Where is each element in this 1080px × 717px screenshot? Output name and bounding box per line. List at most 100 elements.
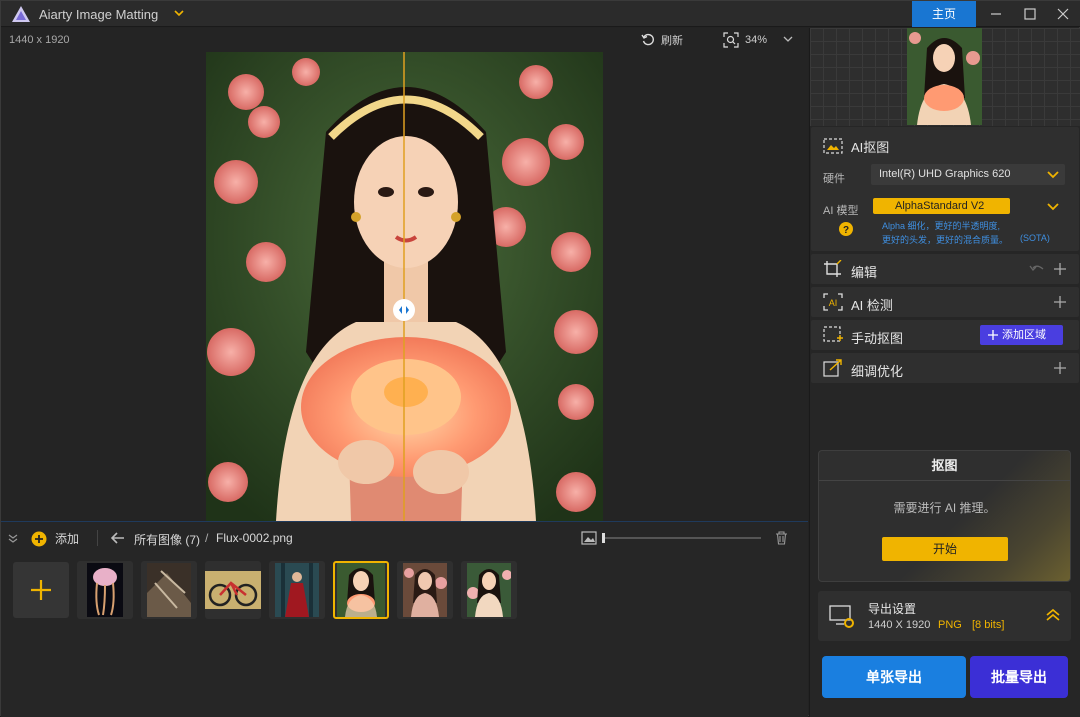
plus-icon[interactable] [1053,295,1067,309]
app-logo-icon [12,6,30,22]
red-dress-thumb-icon [275,563,319,617]
collapse-icon[interactable] [8,534,18,543]
image-dimensions: 1440 x 1920 [9,34,70,46]
slider-handle[interactable] [602,533,605,543]
preview-image [907,28,982,125]
svg-text:AI: AI [829,298,838,308]
minimize-icon [991,13,1001,15]
thumbnail-rocks[interactable] [141,561,197,619]
model-desc-tag: (SOTA) [1020,233,1050,243]
export-batch-button[interactable]: 批量导出 [970,656,1068,698]
edit-section[interactable]: 编辑 [811,254,1079,284]
image-queue: 添加 所有图像 (7) / Flux-0002.png [1,521,808,717]
zoom-value: 34% [745,34,768,46]
manual-matting-title: 手动抠图 [851,331,904,346]
jellyfish-thumb-icon [87,563,123,617]
matting-card-message: 需要进行 AI 推理。 [893,501,996,515]
export-settings-icon [829,605,854,628]
add-region-button[interactable]: 添加区域 [980,325,1063,345]
crop-icon [824,260,842,277]
breadcrumb-separator: / [205,531,209,545]
refresh-label: 刷新 [661,35,683,47]
ai-detect-section[interactable]: AI AI 检测 [811,287,1079,317]
plus-icon [31,580,51,600]
app-title: Aiarty Image Matting [39,7,159,22]
refine-section[interactable]: 细调优化 [811,353,1079,383]
ai-matting-title: AI抠图 [851,140,890,155]
add-region-label: 添加区域 [1002,329,1046,341]
matting-action-card: 抠图 需要进行 AI 推理。 开始 [818,450,1071,582]
ai-matting-icon [823,138,843,154]
chevron-down-icon [1047,171,1059,179]
close-button[interactable] [1046,1,1080,27]
thumbnail-girl-garden[interactable] [461,561,517,619]
add-image-tile[interactable] [13,562,69,618]
export-settings-title: 导出设置 [868,602,917,616]
girl-roses-thumb-icon [403,563,447,617]
thumbnail-girl-roses[interactable] [397,561,453,619]
thumbnail-size-slider[interactable] [603,537,761,539]
hardware-label: 硬件 [823,173,845,185]
home-button[interactable]: 主页 [912,1,976,27]
close-icon [1057,8,1069,20]
zoom-icon [723,32,739,48]
rocks-thumb-icon [147,563,191,617]
girl-flower-thumb-icon [337,563,385,617]
matting-card-title: 抠图 [819,451,1070,481]
edit-title: 编辑 [851,265,878,280]
help-icon[interactable]: ? [839,222,853,236]
ai-detect-title: AI 检测 [851,298,893,313]
current-filename: Flux-0002.png [216,531,293,545]
chevron-down-icon [1047,203,1059,211]
add-label: 添加 [55,532,80,546]
side-panel: AI抠图 硬件 Intel(R) UHD Graphics 620 AI 模型 … [809,28,1080,717]
manual-matting-section[interactable]: 手动抠图 添加区域 [811,320,1079,350]
thumbnail-girl-flower[interactable] [333,561,389,619]
model-desc-line2: 更好的头发，更好的混合质量。 [882,235,1009,245]
model-value: AlphaStandard V2 [873,198,1010,214]
minimize-button[interactable] [979,1,1013,27]
chevrons-up-icon[interactable] [1046,608,1060,622]
preview-area [810,28,1080,126]
zoom-control[interactable]: 34% [723,31,767,49]
zoom-chevron-icon[interactable] [783,35,793,43]
add-button[interactable]: 添加 [31,530,79,547]
model-desc-line1: Alpha 细化，更好的半透明度, [882,221,1001,231]
export-single-button[interactable]: 单张导出 [822,656,966,698]
undo-icon[interactable] [1029,263,1045,275]
model-select[interactable]: AlphaStandard V2 [871,197,1065,216]
preview-thumb-icon [907,28,982,125]
hardware-select[interactable]: Intel(R) UHD Graphics 620 [871,164,1065,185]
ai-matting-section: AI抠图 硬件 Intel(R) UHD Graphics 620 AI 模型 … [811,127,1079,251]
main-image[interactable] [206,52,603,521]
thumbnail-bicycle[interactable] [205,561,261,619]
maximize-button[interactable] [1013,1,1047,27]
export-bits: [8 bits] [972,619,1005,631]
plus-icon[interactable] [1053,361,1067,375]
chevron-down-icon[interactable] [173,7,185,19]
manual-select-icon [823,326,843,342]
thumbnail-red-dress[interactable] [269,561,325,619]
girl-garden-thumb-icon [467,563,511,617]
image-size-icon [581,531,597,545]
hardware-value: Intel(R) UHD Graphics 620 [879,168,1011,180]
trash-icon[interactable] [775,531,788,545]
export-format: PNG [938,619,962,631]
add-circle-icon [31,531,47,546]
refresh-button[interactable]: 刷新 [641,32,683,48]
start-button[interactable]: 开始 [882,537,1008,561]
sparkle-icon [988,330,998,340]
portrait-image [206,52,603,521]
refine-title: 细调优化 [851,364,904,379]
export-settings[interactable]: 导出设置 1440 X 1920 PNG [8 bits] [818,591,1071,641]
app-window: Aiarty Image Matting 主页 1440 x 1920 刷新 3… [0,0,1080,717]
title-bar: Aiarty Image Matting 主页 [1,1,1080,27]
thumbnail-jellyfish[interactable] [77,561,133,619]
all-images-link[interactable]: 所有图像 (7) [134,531,200,548]
back-arrow-icon[interactable] [111,532,125,544]
divider [97,530,98,546]
thumbnail-strip [13,560,517,620]
plus-icon[interactable] [1053,262,1067,276]
ai-detect-icon: AI [823,293,843,311]
svg-text:?: ? [843,225,849,236]
